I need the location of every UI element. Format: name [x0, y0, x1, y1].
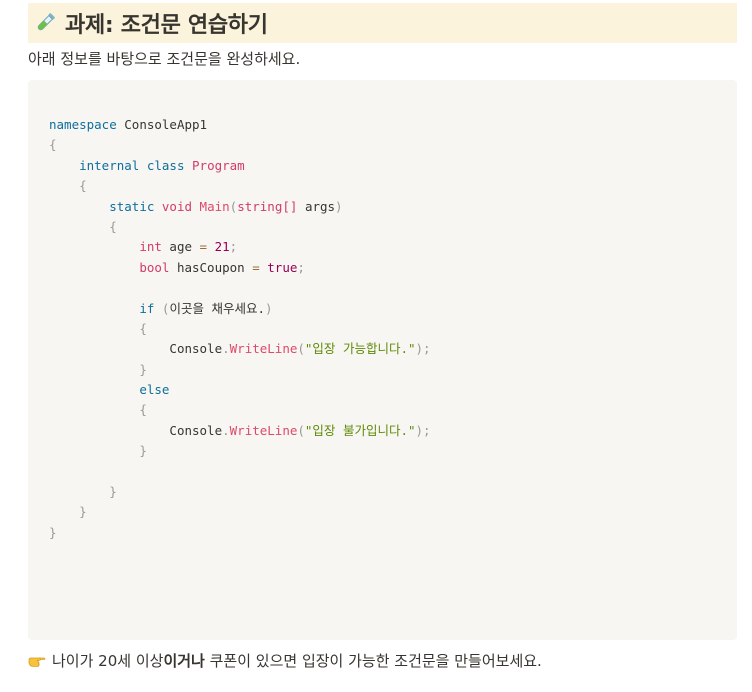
code-token: Console [169, 341, 223, 357]
code-token: string[] [237, 198, 298, 214]
code-token: ConsoleApp1 [124, 117, 208, 132]
code-token: true [267, 259, 298, 275]
code-token: args [304, 198, 336, 214]
instruction-text: 아래 정보를 바탕으로 조건문을 완성하세요. [28, 50, 301, 68]
code-token: namespace [49, 117, 117, 132]
page-title: 과제: 조건문 연습하기 [65, 13, 268, 38]
code-token: int [139, 239, 162, 255]
test-tube-icon [32, 10, 58, 36]
code-token: Console [169, 422, 223, 438]
code-content: namespace ConsoleApp1{ internal class Pr… [49, 117, 431, 540]
code-token: 21 [214, 239, 230, 255]
pointing-hand-icon [28, 652, 46, 670]
code-token: class [146, 157, 185, 173]
hint-text-after: 쿠폰이 있으면 입장이 가능한 조건문을 만들어보세요. [204, 652, 542, 670]
hint-text: 나이가 20세 이상 이거나 쿠폰이 있으면 입장이 가능한 조건문을 만들어보세… [28, 650, 542, 671]
code-token: "입장 가능합니다." [304, 341, 416, 357]
code-token: Program [192, 157, 245, 173]
title-callout: 과제: 조건문 연습하기 [28, 3, 737, 43]
code-token: WriteLine [229, 422, 298, 438]
code-token: WriteLine [229, 341, 298, 357]
code-token: Main [199, 198, 230, 214]
code-token: hasCoupon [176, 259, 245, 275]
code-token: 이곳을 채우세요. [169, 300, 265, 316]
code-token: bool [139, 259, 170, 275]
code-token: "입장 불가입니다." [304, 422, 416, 438]
code-block[interactable]: namespace ConsoleApp1{ internal class Pr… [28, 80, 737, 640]
code-token: else [139, 382, 170, 398]
code-token: void [161, 198, 193, 214]
code-token: static [109, 198, 155, 214]
code-token: internal [79, 157, 140, 173]
code-token: if [139, 300, 155, 316]
code-token: age [169, 239, 192, 255]
hint-text-before: 나이가 20세 이상 [52, 652, 164, 670]
hint-text-bold: 이거나 [163, 652, 205, 670]
